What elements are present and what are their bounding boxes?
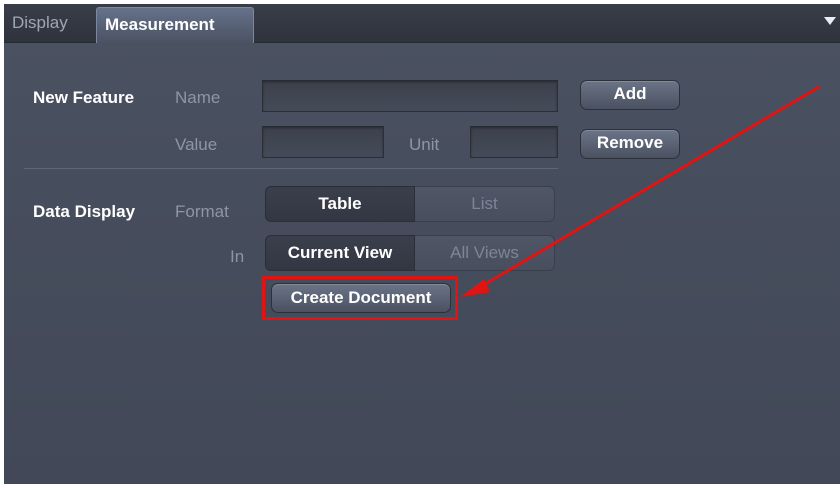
new-feature-label: New Feature xyxy=(33,88,135,107)
tab-bar: Display Measurement xyxy=(4,4,840,43)
measurement-panel: Display Measurement New Feature Name Add… xyxy=(4,4,840,484)
format-label: Format xyxy=(175,202,229,221)
create-document-button[interactable]: Create Document xyxy=(271,283,451,313)
add-button[interactable]: Add xyxy=(580,80,680,110)
section-divider xyxy=(24,168,558,169)
value-label: Value xyxy=(175,135,218,154)
unit-label: Unit xyxy=(409,135,440,154)
tab-measurement[interactable]: Measurement xyxy=(96,7,254,43)
format-option-list[interactable]: List xyxy=(415,186,555,222)
panel-menu-dropdown-icon[interactable] xyxy=(824,17,836,25)
name-label: Name xyxy=(175,88,221,107)
name-input[interactable] xyxy=(262,80,558,112)
in-label: In xyxy=(230,247,245,266)
in-option-current-view[interactable]: Current View xyxy=(265,235,415,271)
in-option-all-views[interactable]: All Views xyxy=(415,235,555,271)
remove-button[interactable]: Remove xyxy=(580,129,680,159)
value-input[interactable] xyxy=(262,126,384,158)
highlight-box: Create Document xyxy=(262,276,458,320)
tab-display[interactable]: Display xyxy=(4,6,94,40)
unit-input[interactable] xyxy=(470,126,558,158)
format-option-table[interactable]: Table xyxy=(265,186,415,222)
data-display-label: Data Display xyxy=(33,202,136,221)
